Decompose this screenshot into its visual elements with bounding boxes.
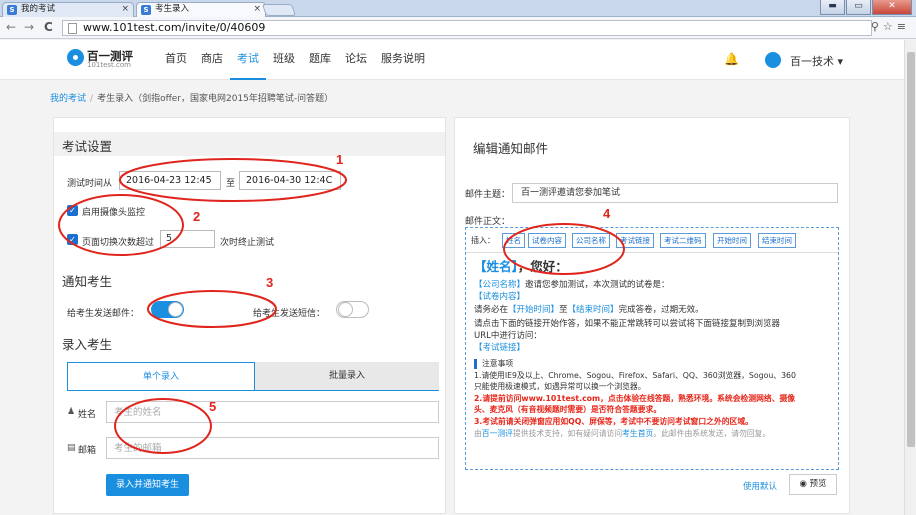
- annotation-label-2: 2: [193, 209, 201, 224]
- breadcrumb-current: 考生录入（剑指offer，国家电网2015年招聘笔试-问答题）: [97, 94, 334, 104]
- notify-title: 通知考生: [62, 274, 113, 289]
- minimize-button[interactable]: ▬: [820, 0, 845, 15]
- bell-icon[interactable]: 🔔: [724, 52, 739, 66]
- top-nav: 首页 商店 考试 班级 题库 论坛 服务说明: [158, 40, 432, 80]
- tab-batch-enroll[interactable]: 批量录入: [255, 362, 439, 391]
- use-default-link[interactable]: 使用默认: [743, 480, 777, 492]
- tabs-divider: [67, 390, 439, 391]
- email-notify-label: 给考生发送邮件：: [67, 309, 140, 319]
- site-favicon-icon: S: [7, 5, 17, 15]
- back-icon[interactable]: ←: [6, 20, 16, 34]
- sms-notify-label: 给考生发送短信：: [253, 309, 326, 319]
- nav-exams[interactable]: 考试: [230, 40, 266, 80]
- enroll-notify-button[interactable]: 录入并通知考生: [106, 474, 189, 496]
- camera-checkbox[interactable]: ✓: [67, 205, 78, 216]
- insert-toolbar: 插入： 姓名 试卷内容 公司名称 考试链接 考试二维码 开始时间 结束时间: [466, 228, 838, 253]
- insert-tag-company[interactable]: 公司名称: [572, 233, 610, 248]
- time-label: 测试时间从: [67, 179, 113, 189]
- name-label: 姓名: [78, 410, 97, 420]
- insert-tag-paper[interactable]: 试卷内容: [528, 233, 566, 248]
- email-actions: 使用默认 ◉ 预览: [455, 474, 849, 498]
- sms-notify-toggle[interactable]: [336, 301, 369, 318]
- email-notify-toggle[interactable]: [151, 301, 184, 318]
- window-controls: ▬ ▭ ✕: [820, 0, 912, 15]
- page-icon: [68, 23, 77, 34]
- nav-home[interactable]: 首页: [158, 40, 194, 80]
- greeting-line: 【姓名】，您好：: [474, 259, 568, 274]
- camera-label: 启用摄像头监控: [82, 208, 146, 218]
- annotation-label-1: 1: [336, 152, 344, 167]
- email-input[interactable]: [107, 438, 438, 458]
- body-label: 邮件正文：: [465, 217, 511, 227]
- page-switch-suffix: 次时终止测试: [220, 238, 275, 248]
- footer-link-candidate-home[interactable]: 考生首页: [622, 429, 653, 438]
- site-favicon-icon: S: [141, 5, 151, 15]
- logo-icon: [67, 49, 84, 66]
- tab-close-icon[interactable]: ×: [253, 3, 261, 16]
- footer-link-101test[interactable]: 百一测评: [482, 429, 513, 438]
- user-avatar[interactable]: [765, 52, 781, 68]
- email-field[interactable]: [106, 437, 439, 459]
- insert-tag-link[interactable]: 考试链接: [616, 233, 654, 248]
- nav-question-bank[interactable]: 题库: [302, 40, 338, 80]
- insert-tag-qrcode[interactable]: 考试二维码: [660, 233, 706, 248]
- page-switch-checkbox[interactable]: ✓: [67, 234, 78, 245]
- page-scrollbar[interactable]: [904, 40, 916, 515]
- annotation-label-5: 5: [209, 399, 217, 414]
- exam-settings-header: [54, 132, 445, 156]
- page-switch-count-input[interactable]: 5: [160, 230, 215, 248]
- email-body-editor[interactable]: 插入： 姓名 试卷内容 公司名称 考试链接 考试二维码 开始时间 结束时间 【姓…: [465, 227, 839, 470]
- name-field[interactable]: [106, 401, 439, 423]
- end-time-input[interactable]: 2016-04-30 12:4C: [239, 171, 341, 190]
- new-tab-button[interactable]: [261, 4, 297, 16]
- notes-title: 注意事项: [474, 359, 513, 369]
- reload-icon[interactable]: C: [44, 20, 53, 34]
- annotation-label-3: 3: [266, 275, 274, 290]
- browser-tab-enroll[interactable]: S 考生录入 ×: [136, 2, 266, 18]
- tab-single-enroll[interactable]: 单个录入: [67, 362, 255, 391]
- browser-tab-my-exams[interactable]: S 我的考试 ×: [2, 2, 134, 17]
- nav-forum[interactable]: 论坛: [338, 40, 374, 80]
- user-menu[interactable]: 百一技术 ▾: [790, 53, 843, 69]
- email-icon: ▤: [67, 443, 76, 453]
- preview-button[interactable]: ◉ 预览: [789, 474, 837, 495]
- email-panel-title: 编辑通知邮件: [473, 141, 549, 156]
- url-input[interactable]: www.101test.com/invite/0/40609: [62, 20, 872, 36]
- maximize-button[interactable]: ▭: [846, 0, 871, 15]
- breadcrumb: 我的考试 / 考生录入（剑指offer，国家电网2015年招聘笔试-问答题）: [50, 94, 334, 104]
- nav-classes[interactable]: 班级: [266, 40, 302, 80]
- enroll-tabs: 单个录入 批量录入: [67, 362, 439, 391]
- nav-service[interactable]: 服务说明: [374, 40, 432, 80]
- enroll-panel: 考试设置 测试时间从 2016-04-23 12:45 至 2016-04-30…: [53, 117, 446, 514]
- subject-input[interactable]: 百一测评邀请您参加笔试: [512, 183, 838, 203]
- insert-tag-name[interactable]: 姓名: [502, 233, 525, 248]
- breadcrumb-my-exams[interactable]: 我的考试: [50, 94, 86, 104]
- insert-tag-end[interactable]: 结束时间: [758, 233, 796, 248]
- email-panel: 编辑通知邮件 邮件主题： 百一测评邀请您参加笔试 邮件正文： 插入： 姓名 试卷…: [454, 117, 850, 514]
- user-icon: ♟: [67, 407, 76, 417]
- site-header: 百一测评 101test.com 首页 商店 考试 班级 题库 论坛 服务说明 …: [0, 40, 904, 80]
- nav-store[interactable]: 商店: [194, 40, 230, 80]
- browser-toolbar-icons[interactable]: ⚲☆≡: [871, 20, 910, 33]
- annotation-label-4: 4: [603, 206, 611, 221]
- exam-settings-title: 考试设置: [62, 139, 113, 154]
- page-switch-label: 页面切换次数超过: [82, 238, 155, 248]
- tab-close-icon[interactable]: ×: [121, 3, 129, 16]
- address-bar-row: ← → C www.101test.com/invite/0/40609 ⚲☆≡: [0, 17, 916, 39]
- scrollbar-thumb[interactable]: [907, 52, 915, 447]
- email-label: 邮箱: [78, 446, 97, 456]
- browser-tabstrip: S 我的考试 × S 考生录入 × ▬ ▭ ✕: [0, 0, 916, 18]
- enroll-title: 录入考生: [62, 337, 113, 352]
- forward-icon[interactable]: →: [24, 20, 34, 34]
- name-input[interactable]: [107, 402, 438, 422]
- start-time-input[interactable]: 2016-04-23 12:45: [119, 171, 221, 190]
- window-close-button[interactable]: ✕: [872, 0, 912, 15]
- subject-label: 邮件主题：: [465, 190, 511, 200]
- insert-tag-start[interactable]: 开始时间: [713, 233, 751, 248]
